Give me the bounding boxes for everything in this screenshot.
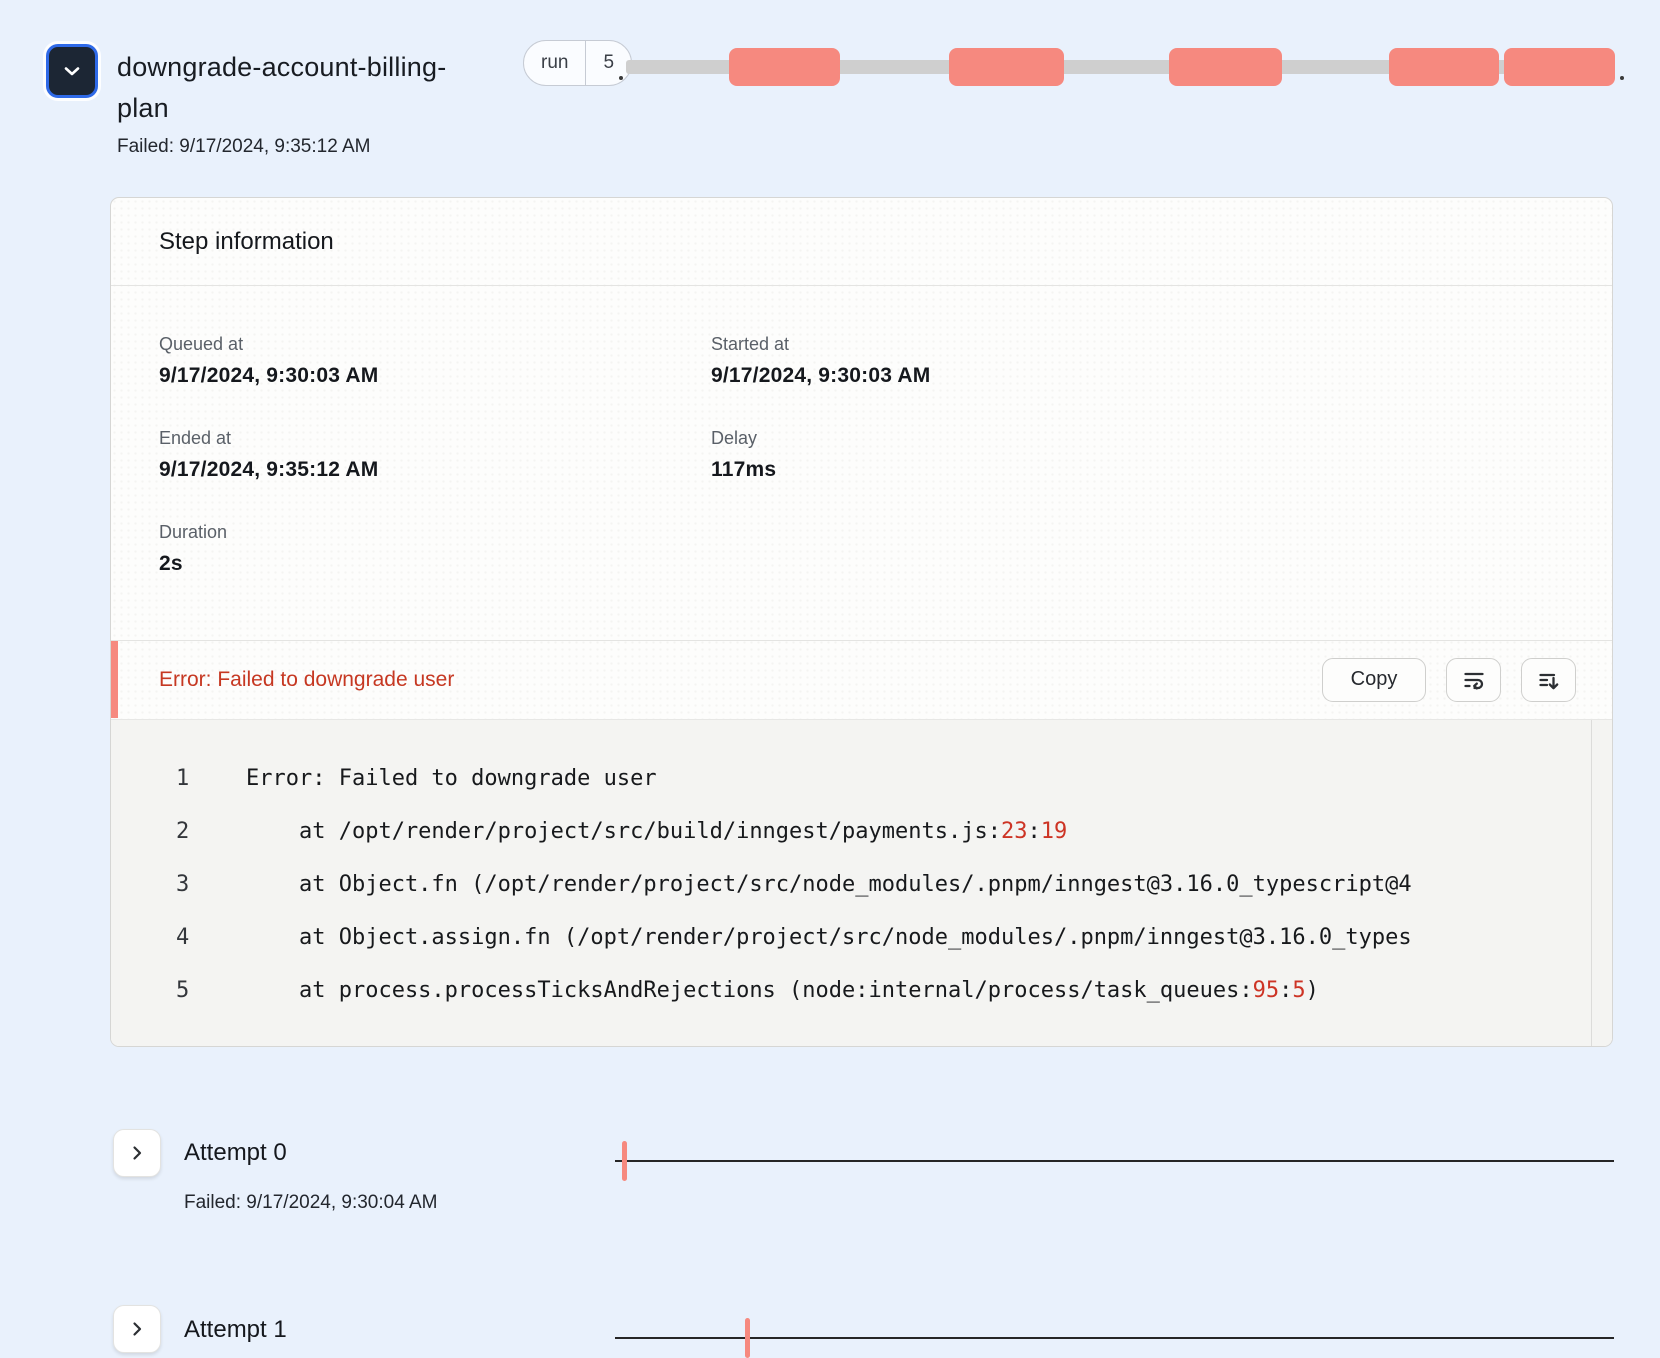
line-number: 3 — [176, 872, 246, 897]
attempt-0-timeline — [615, 1160, 1614, 1162]
field-duration: Duration 2s — [159, 522, 711, 576]
line-number: 4 — [176, 925, 246, 950]
timeline-span-3[interactable] — [1389, 48, 1500, 86]
stack-trace-scrollbar[interactable] — [1591, 720, 1612, 1046]
step-information-panel: Step information Queued at 9/17/2024, 9:… — [110, 197, 1613, 1047]
step-details-grid: Queued at 9/17/2024, 9:30:03 AM Started … — [111, 286, 1612, 576]
line-number: 1 — [176, 766, 246, 791]
step-status-line: Failed: 9/17/2024, 9:35:12 AM — [117, 136, 371, 158]
run-timeline-track[interactable] — [626, 60, 1615, 74]
timeline-span-4[interactable] — [1504, 48, 1615, 86]
error-banner: Error: Failed to downgrade user Copy — [111, 640, 1612, 718]
stack-trace-viewer[interactable]: 1Error: Failed to downgrade user2 at /op… — [111, 719, 1612, 1046]
timeline-end-dot — [1620, 76, 1624, 80]
timeline-span-1[interactable] — [949, 48, 1064, 86]
field-ended-at: Ended at 9/17/2024, 9:35:12 AM — [159, 428, 711, 482]
timeline-span-0[interactable] — [729, 48, 840, 86]
chevron-down-icon — [62, 61, 82, 81]
run-badge-count: 5 — [585, 41, 631, 85]
scroll-to-bottom-button[interactable] — [1521, 658, 1576, 702]
attempt-1-marker — [745, 1318, 750, 1358]
step-name: downgrade-account-billing-plan — [117, 47, 497, 129]
scroll-to-bottom-icon — [1537, 668, 1561, 692]
timeline-start-dot — [619, 76, 623, 80]
attempt-0-label: Attempt 0 — [184, 1139, 287, 1167]
attempt-1-expand-button[interactable] — [113, 1305, 161, 1353]
word-wrap-icon — [1462, 668, 1486, 692]
field-started-at: Started at 9/17/2024, 9:30:03 AM — [711, 334, 1564, 388]
collapse-step-button[interactable] — [46, 44, 98, 98]
chevron-right-icon — [129, 1321, 145, 1337]
timeline-span-2[interactable] — [1169, 48, 1282, 86]
run-details-page: { "header": { "title": "downgrade-accoun… — [0, 0, 1660, 1344]
stack-line-4: 4 at Object.assign.fn (/opt/render/proje… — [111, 911, 1612, 964]
error-actions: Copy — [1322, 658, 1576, 702]
line-number: 5 — [176, 978, 246, 1003]
stack-trace-lines: 1Error: Failed to downgrade user2 at /op… — [111, 720, 1612, 1017]
panel-title: Step information — [111, 198, 1612, 286]
field-queued-at: Queued at 9/17/2024, 9:30:03 AM — [159, 334, 711, 388]
field-delay: Delay 117ms — [711, 428, 1564, 482]
attempt-0-expand-button[interactable] — [113, 1129, 161, 1177]
attempt-1-label: Attempt 1 — [184, 1316, 287, 1344]
attempt-1-timeline — [615, 1337, 1614, 1339]
stack-line-3: 3 at Object.fn (/opt/render/project/src/… — [111, 858, 1612, 911]
stack-line-2: 2 at /opt/render/project/src/build/innge… — [111, 805, 1612, 858]
attempt-0-marker — [622, 1141, 627, 1181]
error-message: Error: Failed to downgrade user — [159, 668, 1322, 692]
run-count-badge[interactable]: run 5 — [523, 40, 632, 86]
stack-line-5: 5 at process.processTicksAndRejections (… — [111, 964, 1612, 1017]
copy-button[interactable]: Copy — [1322, 658, 1426, 702]
word-wrap-button[interactable] — [1446, 658, 1501, 702]
chevron-right-icon — [129, 1145, 145, 1161]
stack-line-1: 1Error: Failed to downgrade user — [111, 752, 1612, 805]
attempt-0-status-line: Failed: 9/17/2024, 9:30:04 AM — [184, 1192, 438, 1214]
run-badge-type: run — [524, 41, 585, 85]
line-number: 2 — [176, 819, 246, 844]
